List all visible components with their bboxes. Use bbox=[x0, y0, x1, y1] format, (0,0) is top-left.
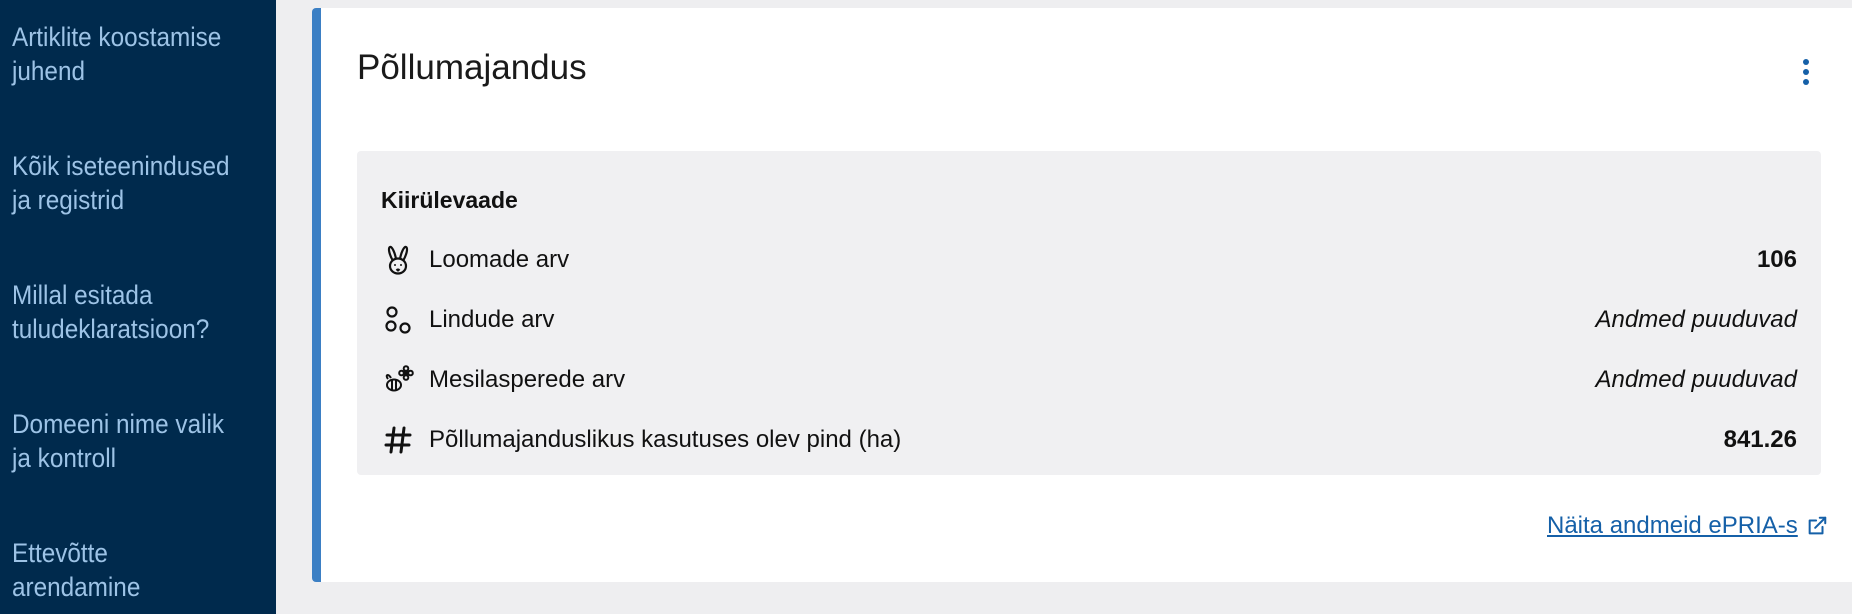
list-item: Loomade arv 106 bbox=[381, 240, 1797, 280]
external-link-icon bbox=[1808, 516, 1827, 535]
list-item: Mesilasperede arv Andmed puuduvad bbox=[381, 360, 1797, 400]
sidebar-item-article-guide[interactable]: Artiklite koostamise juhend bbox=[12, 20, 239, 88]
row-label: Põllumajanduslikus kasutuses olev pind (… bbox=[429, 426, 902, 453]
epria-link-label: Näita andmeid ePRIA-s bbox=[1547, 512, 1798, 539]
rabbit-icon bbox=[381, 243, 415, 277]
sidebar-item-tax-declaration[interactable]: Millal esitada tuludeklaratsioon? bbox=[12, 278, 239, 346]
row-value: 841.26 bbox=[1723, 426, 1797, 453]
hash-icon bbox=[381, 423, 415, 457]
row-value: Andmed puuduvad bbox=[1595, 366, 1798, 393]
bee-flower-icon bbox=[381, 363, 415, 397]
row-value: 106 bbox=[1756, 246, 1797, 273]
birds-icon bbox=[381, 303, 415, 337]
row-label: Loomade arv bbox=[429, 246, 570, 273]
row-label: Lindude arv bbox=[429, 306, 555, 333]
more-options-icon[interactable] bbox=[1791, 52, 1821, 92]
list-item: Põllumajanduslikus kasutuses olev pind (… bbox=[381, 420, 1797, 460]
list-item: Lindude arv Andmed puuduvad bbox=[381, 300, 1797, 340]
card-title: Põllumajandus bbox=[357, 48, 587, 87]
agriculture-card: Põllumajandus Kiirülevaade Loomade arv 1… bbox=[312, 8, 1852, 582]
sidebar-item-domain-name[interactable]: Domeeni nime valik ja kontroll bbox=[12, 407, 239, 475]
row-value: Andmed puuduvad bbox=[1595, 306, 1798, 333]
quick-overview-panel: Kiirülevaade Loomade arv 106 Lindude arv… bbox=[357, 151, 1821, 475]
overview-title: Kiirülevaade bbox=[381, 187, 518, 213]
sidebar-item-business-development[interactable]: Ettevõtte arendamine bbox=[12, 536, 239, 604]
epria-link[interactable]: Näita andmeid ePRIA-s bbox=[1547, 512, 1828, 540]
sidebar-item-self-services[interactable]: Kõik iseteenindused ja registrid bbox=[12, 149, 239, 217]
row-label: Mesilasperede arv bbox=[429, 366, 626, 393]
sidebar: Artiklite koostamise juhend Kõik iseteen… bbox=[0, 0, 276, 614]
